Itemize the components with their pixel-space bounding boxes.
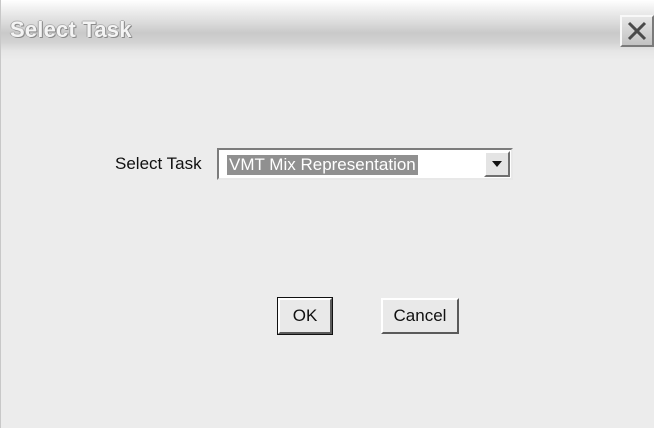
cancel-button[interactable]: Cancel xyxy=(381,298,459,334)
ok-button[interactable]: OK xyxy=(277,297,333,335)
task-select-dropdown-button[interactable] xyxy=(484,151,510,177)
task-select-value[interactable]: VMT Mix Representation xyxy=(227,155,418,175)
select-task-label: Select Task xyxy=(115,154,202,173)
window-title: Select Task xyxy=(10,17,132,42)
select-task-dialog: Select Task Select Task VMT Mix Represen… xyxy=(0,0,654,428)
close-icon xyxy=(626,20,648,42)
task-select[interactable]: VMT Mix Representation xyxy=(217,148,513,180)
close-button[interactable] xyxy=(620,15,654,47)
title-bar[interactable]: Select Task xyxy=(1,0,654,60)
chevron-down-icon xyxy=(491,155,503,173)
